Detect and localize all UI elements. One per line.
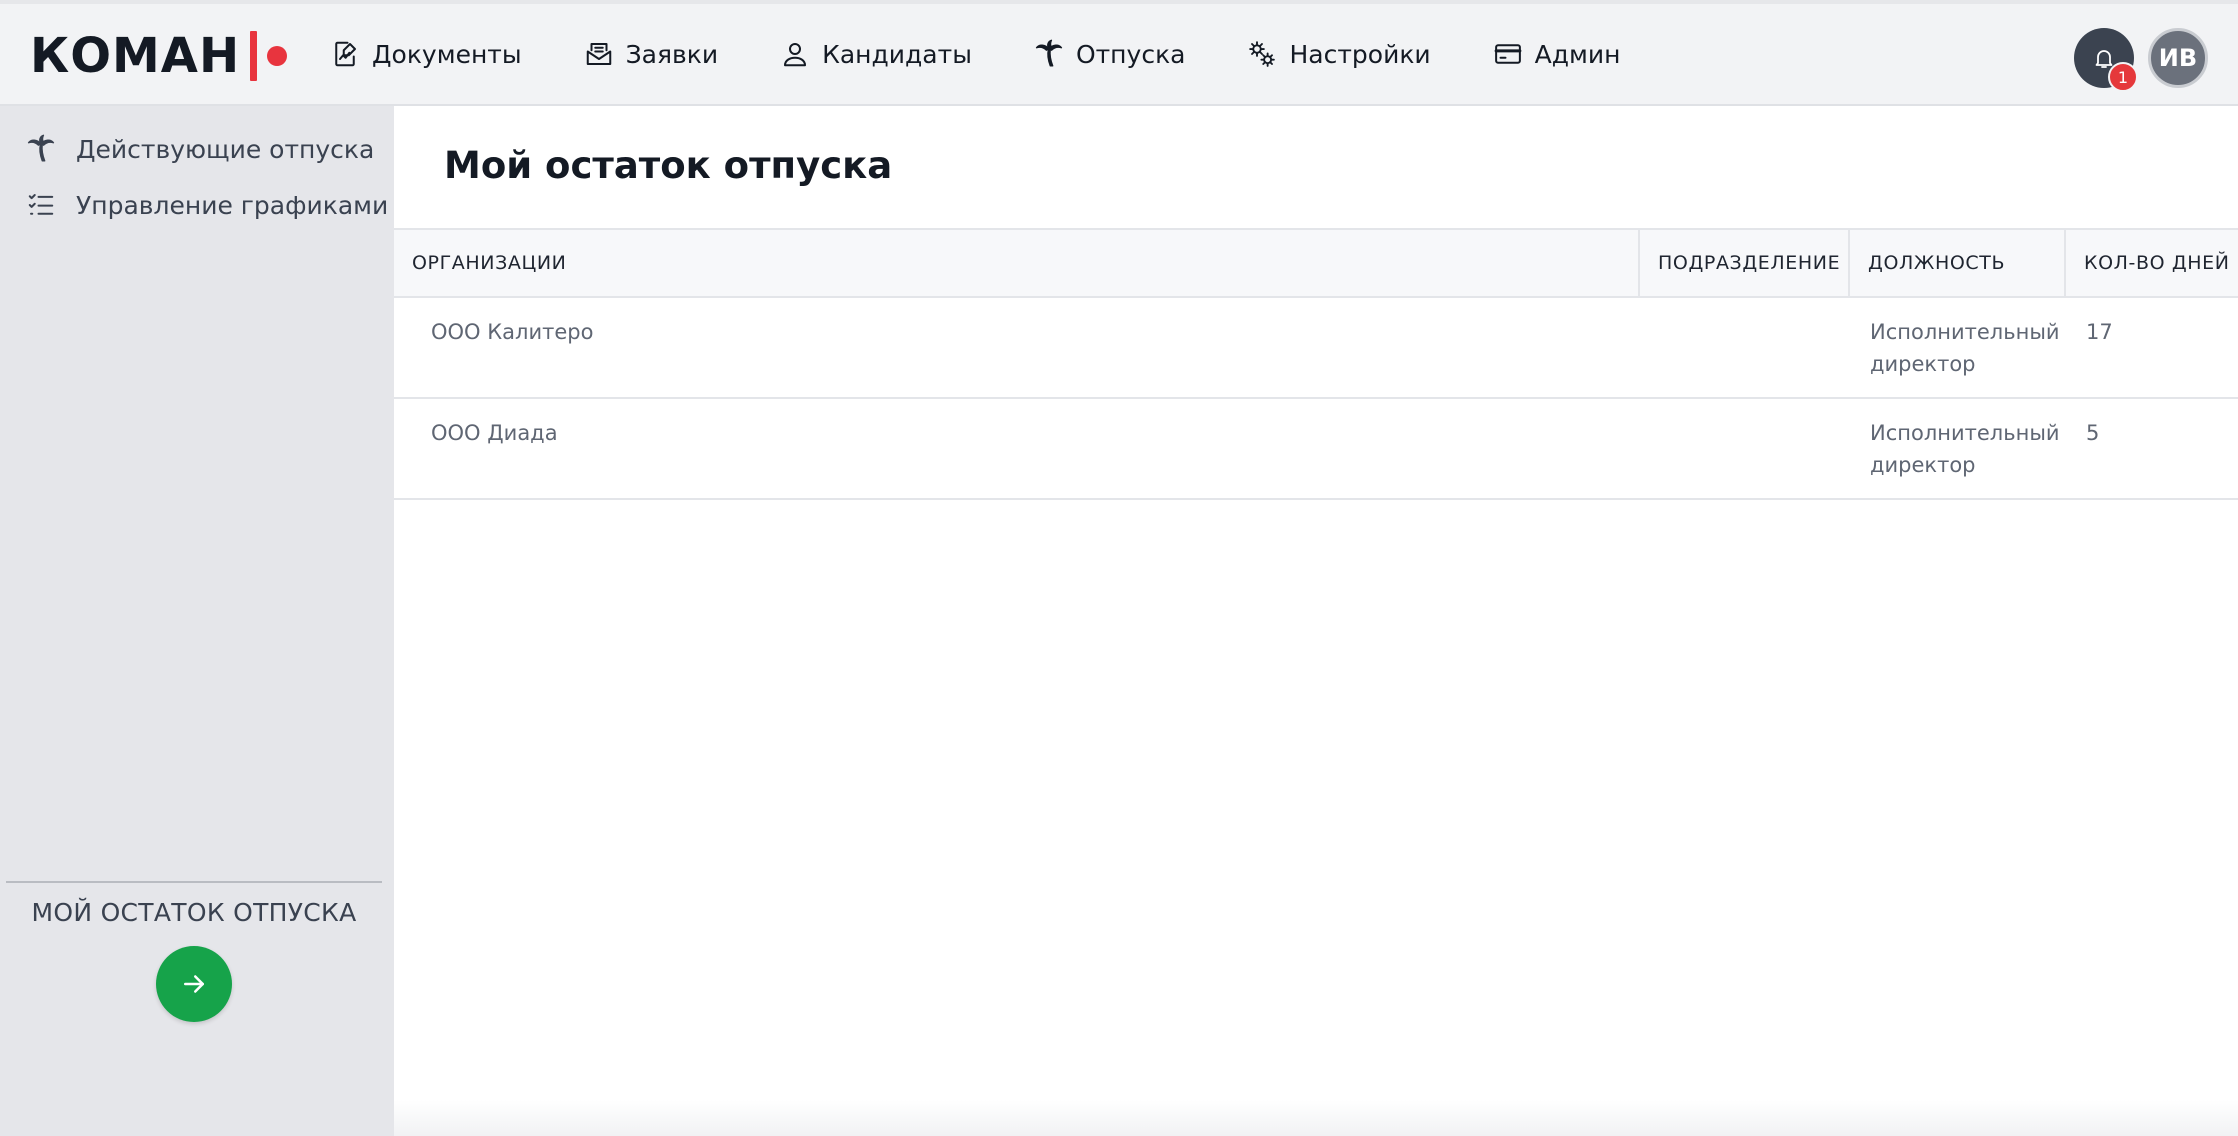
nav-item-settings[interactable]: Настройки — [1247, 24, 1431, 84]
cell-position: Исполнительный директор — [1870, 320, 2060, 376]
cell-position: Исполнительный директор — [1870, 421, 2060, 477]
nav-label: Отпуска — [1075, 39, 1186, 69]
user-avatar[interactable]: ИВ — [2148, 28, 2208, 88]
document-edit-icon — [335, 41, 356, 67]
person-icon — [784, 43, 807, 67]
nav-item-candidates[interactable]: Кандидаты — [780, 24, 972, 84]
bottom-edge-shade — [394, 1100, 2238, 1136]
palm-tree-icon — [1035, 39, 1063, 67]
vacation-balance-table: ОРГАНИЗАЦИИ ПОДРАЗДЕЛЕНИЕ ДОЛЖНОСТЬ КОЛ-… — [394, 228, 2238, 500]
table-header-row: ОРГАНИЗАЦИИ ПОДРАЗДЕЛЕНИЕ ДОЛЖНОСТЬ КОЛ-… — [394, 228, 2238, 298]
nav-label: Документы — [372, 39, 522, 69]
notification-count-badge: 1 — [2108, 62, 2138, 92]
cell-days: 5 — [2086, 421, 2100, 445]
sidebar-item-active-vacations[interactable]: Действующие отпуска — [26, 134, 374, 164]
logo-bar-mark — [250, 31, 258, 81]
inbox-envelope-icon — [586, 43, 611, 65]
column-header-days[interactable]: КОЛ-ВО ДНЕЙ — [2066, 230, 2238, 296]
nav-item-vacations[interactable]: Отпуска — [1034, 24, 1186, 84]
table-row[interactable]: ООО Диада Исполнительный директор 5 — [394, 399, 2238, 500]
nav-label: Админ — [1534, 39, 1621, 69]
sidebar-item-label: Действующие отпуска — [76, 134, 375, 164]
main-content: Мой остаток отпуска ОРГАНИЗАЦИИ ПОДРАЗДЕ… — [394, 106, 2238, 1136]
cell-organization: ООО Диада — [431, 421, 558, 445]
sidebar-divider — [6, 881, 382, 883]
sidebar: Действующие отпуска Управление графиками… — [0, 106, 394, 1136]
nav-label: Кандидаты — [822, 39, 972, 69]
nav-item-documents[interactable]: Документы — [330, 24, 522, 84]
sidebar-footer-title: МОЙ ОСТАТОК ОТПУСКА — [31, 898, 357, 927]
company-logo[interactable]: КОМАН — [30, 28, 288, 84]
sidebar-item-label: Управление графиками — [76, 190, 389, 220]
cell-department — [1640, 298, 1850, 397]
nav-item-admin[interactable]: Админ — [1493, 24, 1621, 84]
cell-days: 17 — [2086, 320, 2113, 344]
cell-organization: ООО Калитеро — [431, 320, 594, 344]
top-navigation-bar: КОМАН Документы Заявки Кандидаты Отпуска… — [0, 0, 2238, 106]
arrow-right-icon — [184, 975, 204, 993]
sidebar-item-schedule-management[interactable]: Управление графиками — [26, 190, 388, 220]
nav-label: Заявки — [625, 39, 719, 69]
nav-label: Настройки — [1289, 39, 1431, 69]
table-row[interactable]: ООО Калитеро Исполнительный директор 17 — [394, 298, 2238, 399]
page-title: Мой остаток отпуска — [444, 144, 893, 187]
logo-dot-mark — [267, 46, 288, 66]
column-header-department[interactable]: ПОДРАЗДЕЛЕНИЕ — [1640, 230, 1850, 296]
cell-department — [1640, 399, 1850, 498]
column-header-organization[interactable]: ОРГАНИЗАЦИИ — [394, 230, 1640, 296]
main-nav: Документы Заявки Кандидаты Отпуска Настр… — [330, 4, 1683, 104]
credit-card-icon — [1494, 44, 1522, 64]
gears-icon — [1249, 41, 1276, 67]
column-header-position[interactable]: ДОЛЖНОСТЬ — [1850, 230, 2066, 296]
nav-item-requests[interactable]: Заявки — [584, 24, 718, 84]
palm-tree-icon — [27, 134, 55, 162]
go-to-vacation-balance-button[interactable] — [156, 946, 232, 1022]
logo-text: КОМАН — [30, 28, 241, 84]
checklist-icon — [28, 194, 54, 215]
